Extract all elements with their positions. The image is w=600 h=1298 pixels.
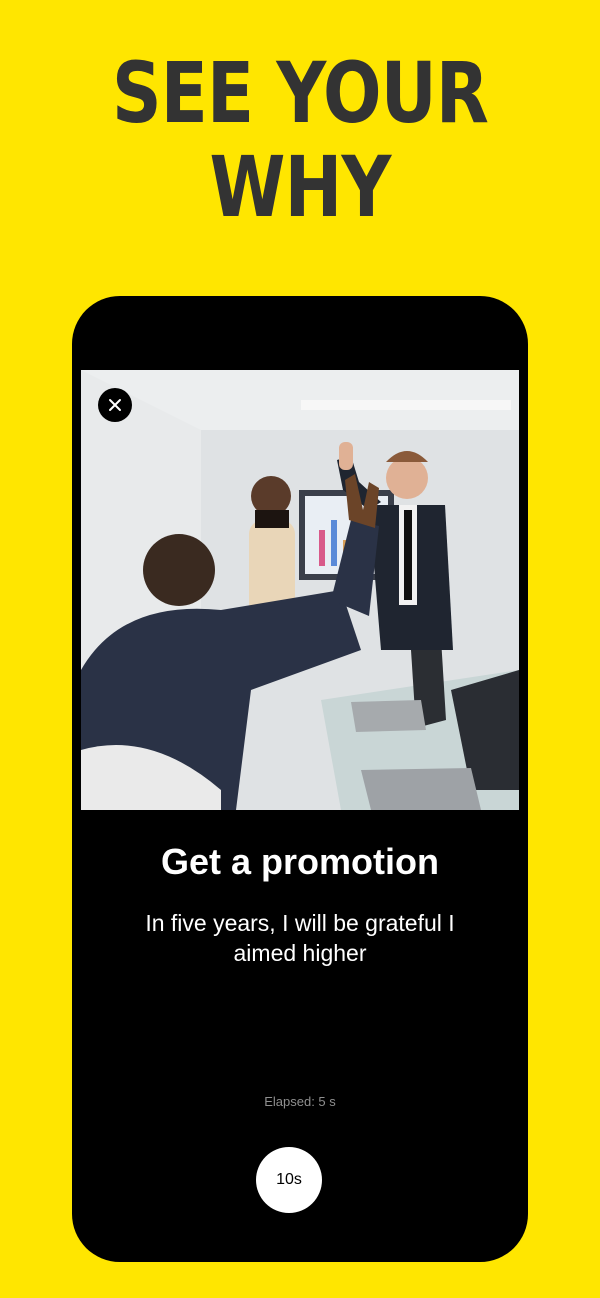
timer-button[interactable]: 10s bbox=[256, 1147, 322, 1213]
close-icon bbox=[109, 399, 121, 411]
phone-frame: Get a promotion In five years, I will be… bbox=[72, 296, 528, 1262]
headline-line-2: WHY bbox=[209, 138, 391, 236]
goal-description: In five years, I will be grateful I aime… bbox=[145, 910, 455, 966]
goal-title: Get a promotion bbox=[161, 841, 439, 882]
timer-label: 10s bbox=[276, 1171, 302, 1188]
close-button[interactable] bbox=[98, 388, 132, 422]
marketing-headline: SEE YOUR WHY bbox=[54, 46, 546, 234]
headline-line-1: SEE YOUR bbox=[111, 44, 489, 142]
office-high-five-illustration bbox=[81, 370, 519, 810]
elapsed-time: Elapsed: 5 s bbox=[264, 1094, 336, 1109]
goal-photo bbox=[81, 370, 519, 810]
